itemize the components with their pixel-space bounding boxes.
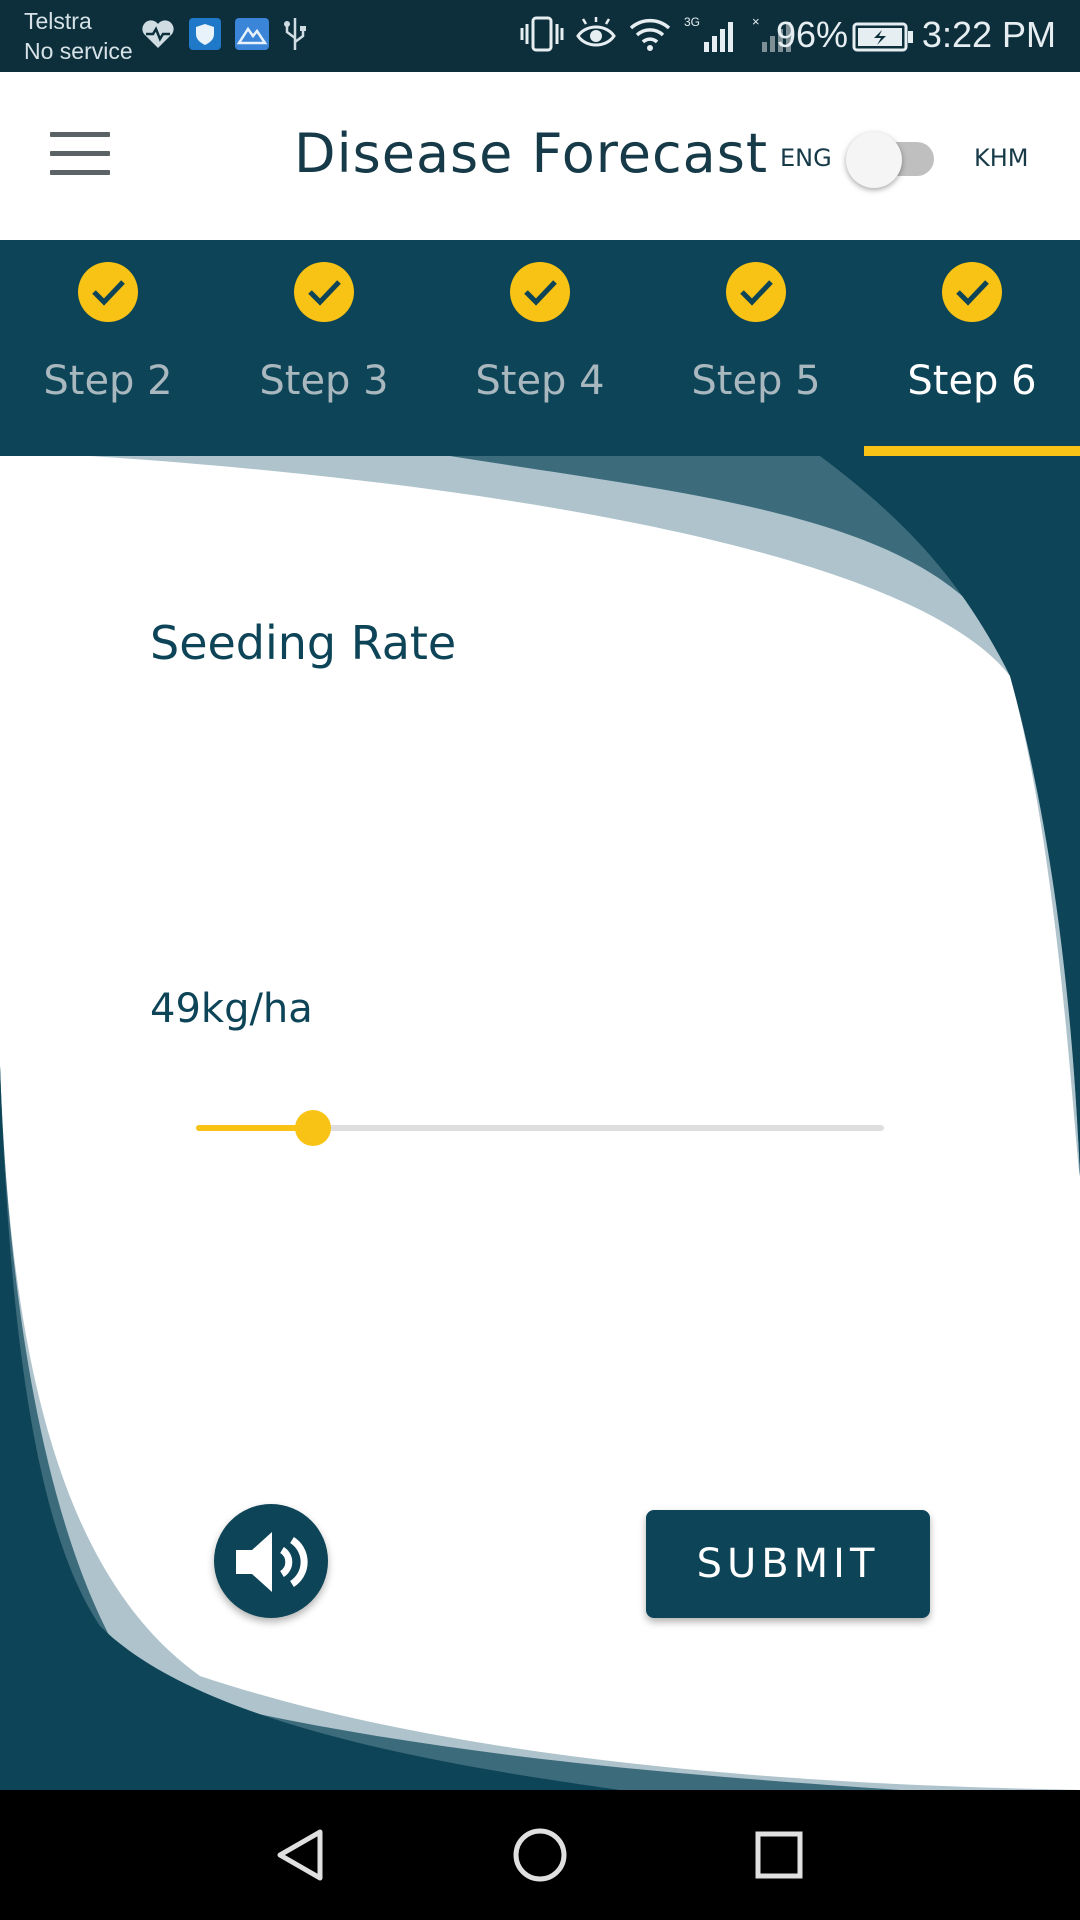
- step-label: Step 6: [907, 358, 1037, 404]
- battery-charging-icon: [852, 22, 913, 52]
- active-tab-indicator: [864, 446, 1080, 456]
- home-icon[interactable]: [505, 1820, 575, 1890]
- tab-step-5[interactable]: Step 5: [648, 240, 864, 456]
- mountain-app-icon: [235, 18, 269, 50]
- check-icon: [294, 262, 354, 322]
- step-label: Step 4: [475, 358, 605, 404]
- language-label-khm: KHM: [974, 144, 1029, 172]
- tab-step-4[interactable]: Step 4: [432, 240, 648, 456]
- audio-button[interactable]: [214, 1504, 328, 1618]
- language-toggle[interactable]: [846, 132, 938, 188]
- eye-icon: [576, 17, 616, 47]
- carrier-name: Telstra: [24, 8, 92, 34]
- question-card: Seeding Rate 49kg/ha SUBMIT: [0, 456, 1080, 1790]
- tab-step-6[interactable]: Step 6: [864, 240, 1080, 456]
- clock: 3:22 PM: [921, 14, 1056, 55]
- check-icon: [942, 262, 1002, 322]
- network-type: 3G: [684, 15, 700, 29]
- system-nav-bar: [0, 1790, 1080, 1920]
- submit-button[interactable]: SUBMIT: [646, 1510, 930, 1618]
- wifi-icon: [629, 18, 671, 51]
- page-title: Disease Forecast: [294, 122, 769, 185]
- back-icon[interactable]: [264, 1820, 334, 1890]
- step-label: Step 2: [43, 358, 173, 404]
- notification-icons: [140, 16, 308, 52]
- check-icon: [726, 262, 786, 322]
- tab-step-3[interactable]: Step 3: [216, 240, 432, 456]
- step-tabs: Step 2 Step 3 Step 4 Step 5 Step 6: [0, 240, 1080, 456]
- step-label: Step 5: [691, 358, 821, 404]
- step-label: Step 3: [259, 358, 389, 404]
- seeding-rate-slider[interactable]: [196, 1106, 884, 1150]
- check-icon: [78, 262, 138, 322]
- vibrate-icon: [520, 16, 564, 52]
- service-status: No service: [24, 38, 133, 64]
- usb-icon: [284, 18, 306, 50]
- carrier-info: Telstra No service: [24, 6, 133, 66]
- hamburger-menu-icon[interactable]: [50, 132, 110, 178]
- battery-percent: 96%: [776, 14, 849, 55]
- slider-thumb[interactable]: [294, 1110, 331, 1146]
- question-title: Seeding Rate: [150, 616, 457, 670]
- svg-text:×: ×: [752, 14, 760, 29]
- recents-icon[interactable]: [744, 1820, 814, 1890]
- system-icons: 3G ×: [520, 14, 796, 54]
- language-label-eng: ENG: [780, 144, 832, 172]
- shield-app-icon: [189, 18, 221, 50]
- tab-step-2[interactable]: Step 2: [0, 240, 216, 456]
- status-bar: Telstra No service 3G × 96% 3:22 PM: [0, 0, 1080, 72]
- check-icon: [510, 262, 570, 322]
- speaker-icon: [236, 1532, 308, 1592]
- signal-icon: 3G: [684, 15, 733, 52]
- seeding-rate-value: 49kg/ha: [150, 986, 313, 1032]
- heart-rate-icon: [142, 20, 174, 48]
- app-bar: Disease Forecast ENG KHM: [0, 72, 1080, 240]
- toggle-knob: [846, 132, 902, 188]
